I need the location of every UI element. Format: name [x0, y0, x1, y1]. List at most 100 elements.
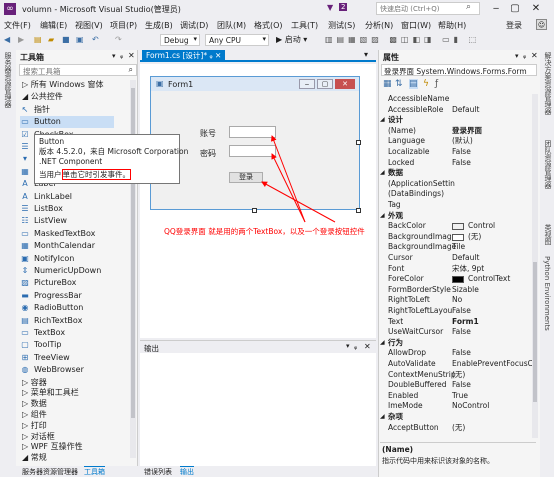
property-row[interactable]: Cursor Default: [384, 253, 534, 264]
property-value[interactable]: No: [452, 295, 462, 306]
property-row[interactable]: Locked False: [384, 158, 534, 169]
menu-help[interactable]: 帮助(H): [438, 20, 466, 31]
menu-analyze[interactable]: 分析(N): [365, 20, 393, 31]
start-button[interactable]: ▶ 启动 ▾: [276, 34, 307, 46]
toolbox-group[interactable]: ▷ 打印: [22, 420, 47, 431]
property-value[interactable]: Sizable: [452, 285, 479, 296]
property-row[interactable]: AutoValidate EnablePreventFocusC: [384, 359, 534, 370]
property-row[interactable]: AccessibleRole Default: [384, 105, 534, 116]
maximize-icon[interactable]: ▢: [507, 2, 523, 15]
toolbox-item-button[interactable]: ▭ Button: [20, 116, 114, 129]
dropdown-icon[interactable]: ▾: [515, 52, 519, 60]
toolbox-item-tooltip[interactable]: ▢ ToolTip: [21, 339, 61, 351]
chevron-down-icon[interactable]: ◢: [380, 338, 385, 349]
property-value[interactable]: Form1: [452, 317, 479, 328]
menu-tools[interactable]: 工具(T): [291, 20, 318, 31]
property-value[interactable]: False: [452, 158, 471, 169]
property-value[interactable]: True: [452, 391, 468, 402]
vtab-class-view[interactable]: 类视图: [543, 224, 553, 245]
menu-view[interactable]: 视图(V): [75, 20, 103, 31]
resize-handle-bottom[interactable]: [252, 208, 257, 213]
close-icon[interactable]: ✕: [215, 51, 221, 60]
form-window[interactable]: ▣ Form1 ‒ ▢ ✕: [150, 76, 360, 210]
property-value[interactable]: EnablePreventFocusC: [452, 359, 533, 370]
chevron-down-icon[interactable]: ◢: [380, 168, 385, 179]
property-category[interactable]: ◢ 设计: [380, 115, 534, 126]
toolbox-item-textbox[interactable]: ▭ TextBox: [21, 327, 65, 339]
property-value[interactable]: (无): [468, 232, 481, 243]
property-row[interactable]: Localizable False: [384, 147, 534, 158]
property-value[interactable]: False: [452, 306, 471, 317]
property-value[interactable]: ControlText: [468, 274, 510, 285]
toolbox-search-input[interactable]: 搜索工具箱 ⌕: [19, 64, 137, 76]
pin-icon[interactable]: ᵩ: [120, 51, 123, 60]
tab-toolbox[interactable]: 工具箱: [84, 466, 105, 477]
dropdown-icon[interactable]: ▾: [112, 52, 116, 60]
toolbox-group[interactable]: ◢ 公共控件: [22, 91, 63, 102]
textbox-password[interactable]: [229, 145, 276, 157]
property-category[interactable]: ◢ 行为: [380, 337, 534, 349]
toolbox-group[interactable]: ▷ 对话框: [22, 431, 55, 442]
open-file-icon[interactable]: ▰: [48, 34, 54, 46]
save-icon[interactable]: ■: [62, 34, 70, 46]
close-icon[interactable]: ✕: [128, 51, 135, 60]
property-row[interactable]: (Name) 登录界面: [384, 126, 534, 137]
vtab-team-explorer[interactable]: 团队资源管理器: [543, 140, 553, 189]
toolbox-item-radiobutton[interactable]: ◉ RadioButton: [22, 302, 84, 314]
toolbox-group[interactable]: ▷ 容器: [22, 377, 47, 388]
property-row[interactable]: ImeMode NoControl: [384, 401, 534, 412]
property-value[interactable]: 宋体, 9pt: [452, 264, 484, 275]
toolbox-group[interactable]: ◢ 常规: [22, 452, 47, 463]
property-value[interactable]: False: [452, 380, 471, 391]
toolbox-item-progressbar[interactable]: ▬ ProgressBar: [21, 290, 82, 302]
toolbox-item-listview[interactable]: ☷ ListView: [21, 215, 67, 227]
property-row[interactable]: BackColor Control: [384, 221, 534, 232]
redo-icon[interactable]: ↷: [115, 34, 122, 46]
property-value[interactable]: Tile: [452, 242, 465, 253]
property-row[interactable]: Font 宋体, 9pt: [384, 264, 534, 275]
platform-select[interactable]: Any CPU ▾: [205, 34, 269, 46]
quick-launch-input[interactable]: 快速启动 (Ctrl+Q): [376, 2, 480, 15]
property-row[interactable]: RightToLeft No: [384, 295, 534, 306]
property-row[interactable]: AccessibleName: [384, 94, 534, 105]
properties-icon[interactable]: ▤: [409, 79, 418, 89]
undo-icon[interactable]: ↶: [92, 34, 99, 46]
search-icon[interactable]: ⌕: [466, 2, 471, 12]
filter-icon[interactable]: ▼: [327, 3, 333, 12]
format-toolbar-icons[interactable]: ▥▤▦▧▨ ▩◫◧◨ ▭▮ ⬚: [325, 34, 480, 46]
property-row[interactable]: FormBorderStyle Sizable: [384, 285, 534, 296]
toolbox-item-notifyicon[interactable]: ▣ NotifyIcon: [21, 253, 74, 265]
property-row[interactable]: Language (默认): [384, 136, 534, 147]
login-link[interactable]: 登录: [506, 20, 522, 31]
vtab-solution-explorer[interactable]: 解决方案资源管理器: [543, 52, 553, 115]
textbox-account[interactable]: [229, 126, 276, 138]
property-row[interactable]: Tag: [384, 200, 534, 211]
chevron-down-icon[interactable]: ▾: [364, 50, 368, 59]
menu-window[interactable]: 窗口(W): [401, 20, 431, 31]
property-row[interactable]: AllowDrop False: [384, 348, 534, 359]
configuration-select[interactable]: Debug ▾: [160, 34, 200, 46]
minimize-icon[interactable]: ‒: [488, 2, 504, 15]
property-category[interactable]: ◢ 杂项: [380, 412, 534, 423]
tab-output[interactable]: 输出: [180, 466, 194, 477]
save-all-icon[interactable]: ▣: [76, 34, 84, 46]
property-value[interactable]: 登录界面: [452, 126, 482, 137]
property-value[interactable]: (默认): [452, 136, 473, 147]
alphabetical-icon[interactable]: ⇅: [395, 79, 403, 89]
categorized-icon[interactable]: ▦: [383, 79, 392, 89]
resize-handle-corner[interactable]: [356, 208, 361, 213]
menu-debug[interactable]: 调试(D): [180, 20, 208, 31]
menu-build[interactable]: 生成(B): [145, 20, 173, 31]
new-project-icon[interactable]: ▤: [34, 34, 42, 46]
property-row[interactable]: ContextMenuStrip (无): [384, 370, 534, 381]
login-button[interactable]: 登录: [229, 172, 263, 183]
resize-handle-right[interactable]: [356, 140, 361, 145]
toolbox-item-richtextbox[interactable]: ▤ RichTextBox: [21, 315, 82, 327]
account-icon[interactable]: ☺: [536, 19, 547, 30]
close-icon[interactable]: ✕: [528, 2, 544, 15]
pin-icon[interactable]: ᵩ: [209, 51, 212, 60]
property-value[interactable]: (无): [452, 423, 465, 434]
property-value[interactable]: Default: [452, 253, 479, 264]
chevron-down-icon[interactable]: ◢: [380, 412, 385, 423]
toolbox-group[interactable]: ▷ 所有 Windows 窗体: [22, 79, 104, 90]
